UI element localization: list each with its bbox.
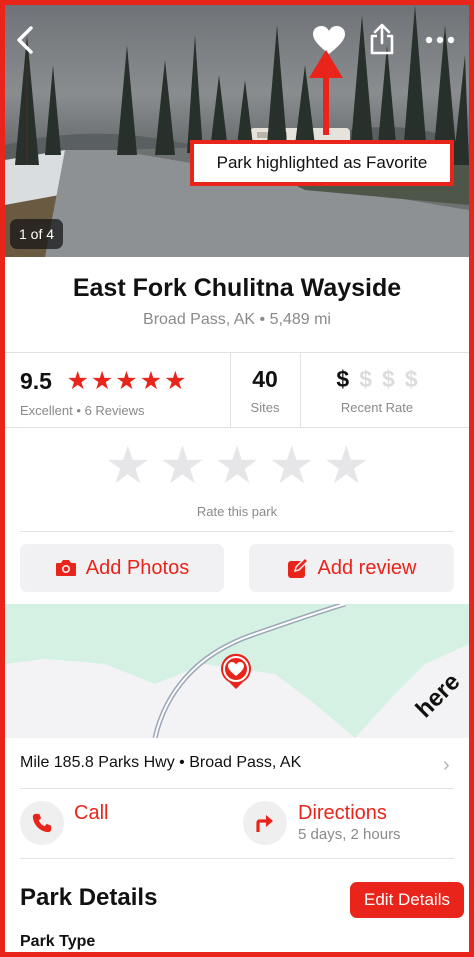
divider <box>20 858 454 859</box>
stats-row: 9.5 ★★★★★ Excellent • 6 Reviews 40 Sites… <box>0 352 474 427</box>
campground-photo <box>5 5 469 257</box>
divider <box>20 788 454 789</box>
sites-count: 40 <box>252 366 278 392</box>
photo-counter: 1 of 4 <box>10 219 64 249</box>
rate-label: Recent Rate <box>340 400 414 415</box>
more-button[interactable] <box>420 23 460 57</box>
annotation-callout: Park highlighted as Favorite <box>190 140 454 186</box>
rate-this-label: Rate this park <box>196 504 278 519</box>
dollar-icon: $ <box>404 366 418 392</box>
empty-star-icon[interactable]: ★ <box>323 437 370 495</box>
empty-star-icon[interactable]: ★ <box>159 437 206 495</box>
directions-eta: 5 days, 2 hours <box>298 826 401 843</box>
sites-label: Sites <box>250 400 280 415</box>
separator-dot: • <box>76 403 81 418</box>
share-icon <box>370 23 394 55</box>
sites-stat[interactable]: 40 Sites <box>230 366 300 415</box>
camera-icon <box>55 560 76 576</box>
annotation-arrow-head <box>309 50 343 78</box>
pencil-square-icon <box>287 557 309 578</box>
reviews-count: 6 Reviews <box>84 403 145 418</box>
add-review-label: Add review <box>317 556 417 579</box>
annotation-arrow-shaft <box>323 75 329 135</box>
directions-button[interactable] <box>243 801 287 845</box>
park-location: Broad Pass, AK <box>143 311 256 328</box>
empty-star-icon[interactable]: ★ <box>268 437 315 495</box>
divider <box>20 531 454 532</box>
ellipsis-icon <box>425 36 455 44</box>
chevron-right-icon: › <box>443 754 450 776</box>
rating-label: Excellent <box>20 403 73 418</box>
chevron-left-icon <box>17 26 33 54</box>
map-view[interactable]: here <box>5 604 469 738</box>
rating-caption: Excellent • 6 Reviews <box>20 403 189 418</box>
separator-dot: • <box>259 311 266 328</box>
rate-stat[interactable]: $ $ $ $ Recent Rate <box>300 366 454 415</box>
heart-pin-icon[interactable] <box>219 652 253 690</box>
dollar-icon: $ <box>336 366 350 392</box>
share-button[interactable] <box>367 21 397 57</box>
dollar-icon: $ <box>382 366 395 392</box>
park-title: East Fork Chulitna Wayside <box>72 274 402 302</box>
rate-stars[interactable]: ★ ★ ★ ★ ★ <box>0 440 474 492</box>
empty-star-icon[interactable]: ★ <box>214 437 261 495</box>
add-photos-label: Add Photos <box>85 556 190 579</box>
price-level: $ $ $ $ <box>300 366 454 393</box>
rating-star-icon: ★ <box>66 367 89 395</box>
rating-star-icon: ★ <box>164 367 187 395</box>
park-details-heading: Park Details <box>20 884 158 911</box>
hero-photo[interactable]: 1 of 4 <box>5 5 469 257</box>
rating-star-icon: ★ <box>90 367 114 395</box>
edit-details-button[interactable]: Edit Details <box>350 882 464 918</box>
add-review-button[interactable]: Add review <box>249 544 454 592</box>
call-button[interactable] <box>20 801 64 845</box>
back-button[interactable] <box>11 23 39 57</box>
phone-icon <box>32 813 52 833</box>
dollar-icon: $ <box>359 366 372 392</box>
address-line[interactable]: Mile 185.8 Parks Hwy • Broad Pass, AK <box>20 754 301 772</box>
rating-stat[interactable]: 9.5 ★★★★★ Excellent • 6 Reviews <box>20 366 189 418</box>
park-subtitle: Broad Pass, AK • 5,489 mi <box>0 311 474 329</box>
park-distance: 5,489 mi <box>269 311 331 328</box>
add-photos-button[interactable]: Add Photos <box>20 544 224 592</box>
directions-label[interactable]: Directions <box>298 802 387 825</box>
empty-star-icon[interactable]: ★ <box>104 437 151 495</box>
call-label[interactable]: Call <box>74 802 108 825</box>
turn-right-icon <box>256 815 273 832</box>
rating-star-icon: ★ <box>139 367 163 395</box>
divider <box>0 427 474 428</box>
rating-value: 9.5 <box>20 367 52 394</box>
rating-star-icon: ★ <box>115 367 138 395</box>
park-type-heading: Park Type <box>20 933 96 950</box>
rating-stars: ★★★★★ <box>66 366 188 396</box>
